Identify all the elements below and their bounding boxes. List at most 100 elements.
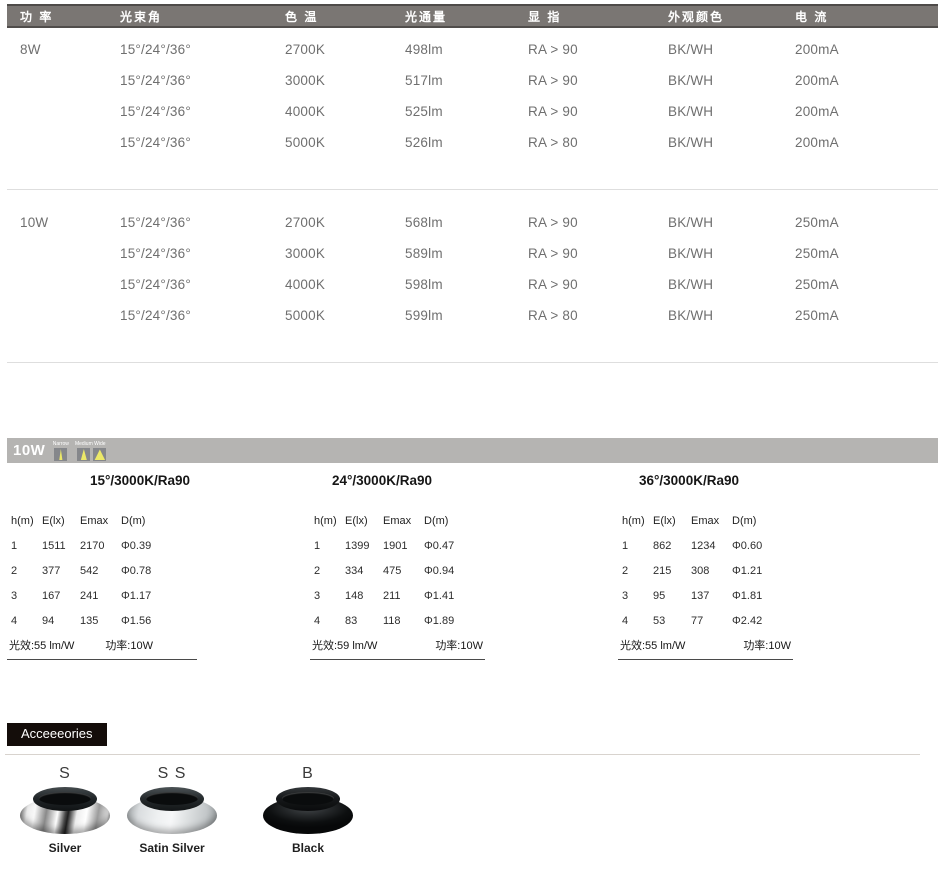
photometric-table-0: 15°/3000K/Ra90h(m)E(lx)EmaxD(m)115112170…: [7, 473, 197, 660]
spec-row: 15°/24°/36°4000K525lmRA > 90BK/WH200mA: [7, 96, 938, 127]
power-bar-label: 10W: [13, 442, 45, 459]
accessory-code: S: [19, 765, 111, 784]
pm-data-cell: 2170: [80, 533, 121, 558]
spec-row: 15°/24°/36°4000K598lmRA > 90BK/WH250mA: [7, 269, 938, 300]
pm-data-cell: 95: [653, 583, 691, 608]
accessories-section: Acceeeories SSilverS SSatin SilverBBlack: [0, 723, 945, 875]
photometric-table-1: 24°/3000K/Ra90h(m)E(lx)EmaxD(m)113991901…: [310, 473, 485, 660]
photometric-table-title: 24°/3000K/Ra90: [332, 473, 485, 488]
cell-cct: 4000K: [285, 277, 405, 292]
pm-data-cell: 53: [653, 608, 691, 633]
beam-label: Narrow: [53, 441, 69, 447]
cell-beam-angle: 15°/24°/36°: [120, 308, 285, 323]
pm-data-cell: Φ0.78: [121, 558, 197, 583]
cell-current: 200mA: [795, 73, 938, 88]
spec-header-cell-3: 光通量: [405, 8, 528, 25]
spec-header-cell-2: 色 温: [285, 8, 405, 25]
spec-header-cell-6: 电 流: [795, 8, 938, 25]
accessory-name: Black: [262, 841, 354, 855]
pm-data-cell: 1: [314, 533, 345, 558]
pm-data-cell: Φ1.41: [424, 583, 485, 608]
pm-data-cell: 2: [11, 558, 42, 583]
pm-data-cell: 334: [345, 558, 383, 583]
cell-appearance: BK/WH: [668, 42, 795, 57]
pm-header-cell: h(m): [622, 508, 653, 533]
cell-flux: 517lm: [405, 73, 528, 88]
power-value: 功率:10W: [435, 637, 483, 653]
beam-triangle: [77, 449, 90, 460]
photometric-table-2: 36°/3000K/Ra90 h(m)E(lx)EmaxD(m)18621234Φ…: [618, 473, 793, 660]
spec-header-cell-0: 功 率: [20, 8, 120, 25]
cell-cct: 2700K: [285, 42, 405, 57]
pm-data-cell: 215: [653, 558, 691, 583]
cell-current: 250mA: [795, 215, 938, 230]
pm-data-cell: Φ0.39: [121, 533, 197, 558]
photometric-table-title: 15°/3000K/Ra90: [90, 473, 197, 488]
photometric-power-bar: 10W Narrow MediumWide: [7, 438, 938, 463]
pm-header-cell: E(lx): [42, 508, 80, 533]
pm-data-cell: 3: [314, 583, 345, 608]
pm-data-cell: 241: [80, 583, 121, 608]
pm-header-cell: E(lx): [345, 508, 383, 533]
trim-ring-image: [263, 787, 353, 834]
cell-cri: RA > 80: [528, 135, 668, 150]
spec-group-divider: [7, 362, 938, 363]
accessories-divider: [5, 754, 920, 755]
cell-cri: RA > 90: [528, 246, 668, 261]
pm-data-cell: 148: [345, 583, 383, 608]
pm-data-cell: 1901: [383, 533, 424, 558]
photometric-grid: h(m)E(lx)EmaxD(m)113991901Φ0.472334475Φ0…: [310, 508, 485, 633]
cell-current: 250mA: [795, 308, 938, 323]
pm-data-cell: 3: [622, 583, 653, 608]
cell-current: 200mA: [795, 104, 938, 119]
photometric-grid: h(m)E(lx)EmaxD(m)18621234Φ0.602215308Φ1.…: [618, 508, 793, 633]
photometric-footer: 光效:59 lm/W功率:10W: [310, 635, 485, 660]
spec-header-cell-1: 光束角: [120, 8, 285, 25]
cell-cct: 2700K: [285, 215, 405, 230]
pm-data-cell: 4: [11, 608, 42, 633]
photometric-grid: h(m)E(lx)EmaxD(m)115112170Φ0.392377542Φ0…: [7, 508, 197, 633]
spec-table: 功 率光束角色 温光通量显 指外观颜色电 流 8W15°/24°/36°2700…: [7, 4, 938, 363]
cell-cct: 3000K: [285, 73, 405, 88]
cell-appearance: BK/WH: [668, 135, 795, 150]
cell-current: 250mA: [795, 246, 938, 261]
photometric-tables: 15°/3000K/Ra90h(m)E(lx)EmaxD(m)115112170…: [7, 473, 938, 698]
pm-data-cell: Φ1.17: [121, 583, 197, 608]
pm-data-cell: 1399: [345, 533, 383, 558]
pm-data-cell: Φ1.56: [121, 608, 197, 633]
spec-group-8W: 8W15°/24°/36°2700K498lmRA > 90BK/WH200mA…: [7, 34, 938, 158]
pm-data-cell: 3: [11, 583, 42, 608]
trim-ring-image: [127, 787, 217, 834]
trim-ring-image: [20, 787, 110, 834]
efficacy-value: 光效:55 lm/W: [9, 637, 74, 653]
pm-data-cell: 862: [653, 533, 691, 558]
photometric-footer: 光效:55 lm/W功率:10W: [618, 635, 793, 660]
pm-data-cell: Φ0.94: [424, 558, 485, 583]
beam-item-wide: Wide: [93, 441, 106, 461]
pm-data-cell: 308: [691, 558, 732, 583]
cell-appearance: BK/WH: [668, 104, 795, 119]
spec-row: 15°/24°/36°5000K526lmRA > 80BK/WH200mA: [7, 127, 938, 158]
cell-beam-angle: 15°/24°/36°: [120, 42, 285, 57]
cell-appearance: BK/WH: [668, 73, 795, 88]
pm-data-cell: 4: [622, 608, 653, 633]
spec-row: 8W15°/24°/36°2700K498lmRA > 90BK/WH200mA: [7, 34, 938, 65]
cell-current: 200mA: [795, 42, 938, 57]
pm-data-cell: 135: [80, 608, 121, 633]
power-value: 功率:10W: [743, 637, 791, 653]
pm-data-cell: Φ2.42: [732, 608, 793, 633]
pm-header-cell: Emax: [383, 508, 424, 533]
accessories-title: Acceeeories: [7, 723, 107, 746]
cell-power: 10W: [20, 215, 120, 230]
accessory-name: Silver: [19, 841, 111, 855]
photometric-table-title: 36°/3000K/Ra90: [639, 473, 793, 488]
spec-row: 15°/24°/36°5000K599lmRA > 80BK/WH250mA: [7, 300, 938, 331]
pm-data-cell: 211: [383, 583, 424, 608]
pm-data-cell: 1511: [42, 533, 80, 558]
power-value: 功率:10W: [105, 637, 153, 653]
cell-appearance: BK/WH: [668, 215, 795, 230]
pm-data-cell: 377: [42, 558, 80, 583]
cell-flux: 525lm: [405, 104, 528, 119]
pm-data-cell: Φ1.21: [732, 558, 793, 583]
beam-label: Medium: [75, 441, 93, 447]
